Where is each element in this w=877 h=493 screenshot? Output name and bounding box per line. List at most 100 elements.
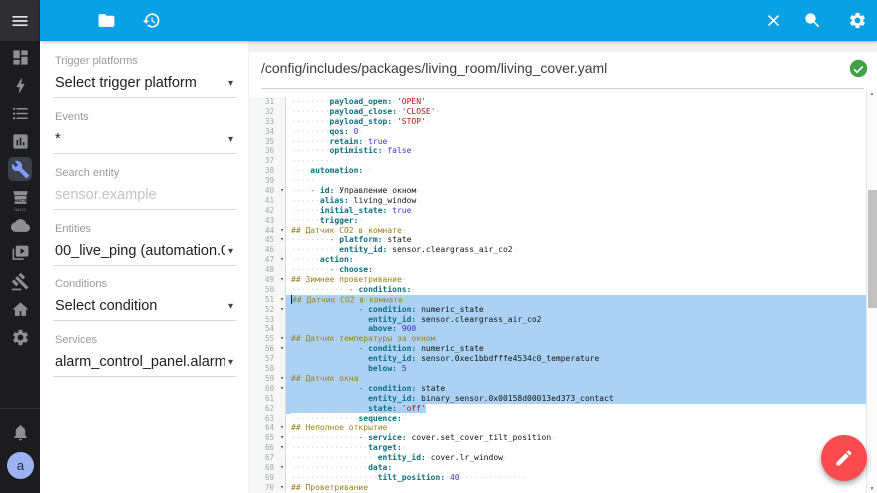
fold-arrow-icon[interactable]: ▾ [280,463,284,473]
code-line-text[interactable]: ········qos:·0· [286,127,867,137]
avatar[interactable]: a [7,452,34,479]
sidebar-item-hammer-icon[interactable] [8,269,32,293]
code-line-text[interactable]: ················above:·900· [286,324,867,334]
code-line-text[interactable]: ··············-·condition:·numeric_state… [286,305,867,315]
code-line-text[interactable]: ## Неполное открытие· [286,423,867,433]
scrollbar-thumb[interactable] [868,190,877,308]
code-line-text[interactable]: ## Проветривание [286,483,867,493]
scroll-down-arrow-icon[interactable]: ▼ [867,485,877,493]
fold-arrow-icon[interactable]: ▾ [280,433,284,443]
sidebar-item-wrench-icon[interactable] [8,157,32,181]
line-number: 34 [249,127,286,137]
code-token: below: [368,364,397,373]
close-icon[interactable] [762,9,785,32]
fold-arrow-icon[interactable]: ▾ [280,295,284,305]
code-line-text[interactable]: ····-·id:·Управление·окном· [286,186,867,196]
code-line-text[interactable]: ··············-·condition:·state· [286,384,867,394]
trigger-platforms-select[interactable]: Select trigger platform▾ [55,75,233,91]
code-line-text[interactable]: ······trigger:· [286,216,867,226]
sidebar-item-hacs-icon[interactable]: HACSHACS [8,185,32,209]
fold-arrow-icon[interactable]: ▾ [280,275,284,285]
whitespace-dots: · [484,344,489,353]
menu-button[interactable] [0,0,40,41]
whitespace-dots: · [426,97,431,106]
code-line-text[interactable]: ## Датчик CO2 в комнате [286,295,867,305]
fold-arrow-icon[interactable]: ▾ [280,305,284,315]
fold-arrow-icon[interactable]: ▾ [280,423,284,433]
code-line-text[interactable]: ········optimistic:·false· [286,146,867,156]
scroll-up-arrow-icon[interactable]: ▲ [867,90,877,98]
code-line-text[interactable]: ··············-·service:·cover.set_cover… [286,433,867,443]
code-editor[interactable]: 31········payload_open:·'OPEN'·32·······… [249,97,867,493]
code-token: data: [368,463,392,472]
code-line-text[interactable]: ····automation:·· [286,166,867,176]
fold-arrow-icon[interactable]: ▾ [280,226,284,236]
pencil-icon [834,448,854,468]
sidebar-item-house-icon[interactable] [8,297,32,321]
events-select[interactable]: *▾ [55,131,233,147]
code-line-text[interactable]: ················entity_id:·binary_sensor… [286,394,867,404]
code-line-text[interactable]: ## Зимнее проветривание· [286,275,867,285]
folder-icon[interactable] [95,9,118,32]
code-line-text[interactable]: ················entity_id:·sensor.0xec1b… [286,354,867,364]
code-line-text[interactable]: ··············-·condition:·numeric_state… [286,344,867,354]
code-line-text[interactable]: ## Датчик температуры за окном· [286,334,867,344]
sidebar-item-gear-icon[interactable] [8,325,32,349]
fold-arrow-icon[interactable]: ▾ [280,483,284,493]
code-line-text[interactable]: ····· [286,176,867,186]
code-line-text[interactable]: ········retain:·true· [286,137,867,147]
code-line-text[interactable]: ········payload_open:·'OPEN'· [286,97,867,107]
code-line-text[interactable]: ················state:·'off' [286,404,867,414]
code-line-text[interactable]: ················target:· [286,443,867,453]
sidebar-item-cloud-icon[interactable] [8,213,32,237]
fold-arrow-icon[interactable]: ▾ [280,443,284,453]
whitespace-dots: · [358,127,363,136]
fold-arrow-icon[interactable]: ▾ [280,384,284,394]
editor-scrollbar[interactable]: ▲ ▼ [866,90,877,493]
file-path-input[interactable]: /config/includes/packages/living_room/li… [261,60,607,76]
conditions-select[interactable]: Select condition▾ [55,298,233,314]
code-line-text[interactable]: ··················tilt_position:·40·····… [286,473,867,483]
fold-arrow-icon[interactable]: ▾ [280,255,284,265]
code-line-text[interactable]: ## Датчик CO2 в комнате· [286,226,867,236]
code-line-text[interactable]: ············-·conditions:· [286,285,867,295]
code-line-text[interactable]: ········-·platform:·state· [286,235,867,245]
edit-fab-button[interactable] [821,435,867,481]
line-number: 65▾ [249,433,286,443]
code-line-text[interactable]: ## Датчик окна· [286,374,867,384]
search-entity-input[interactable]: sensor.example [55,187,233,203]
services-select[interactable]: alarm_control_panel.alarm_arm_aw ...▾ [55,354,233,370]
code-line-text[interactable]: ················data:· [286,463,867,473]
code-line-text[interactable]: ········payload_stop:·'STOP'· [286,117,867,127]
code-line-text[interactable]: ··········entity_id:·sensor.cleargrass_a… [286,245,867,255]
sidebar-item-view-dashboard-icon[interactable] [8,45,32,69]
history-icon[interactable] [140,9,163,32]
line-number: 62 [249,404,286,414]
search-icon[interactable] [801,9,824,32]
sidebar-item-chart-box-icon[interactable] [8,129,32,153]
fold-arrow-icon[interactable]: ▾ [280,374,284,384]
code-line-text[interactable]: ········payload_close:·'CLOSE'· [286,107,867,117]
fold-arrow-icon[interactable]: ▾ [280,344,284,354]
notifications-bell-icon[interactable] [8,420,32,444]
sidebar-item-media-icon[interactable] [8,241,32,265]
code-line-text[interactable]: ················entity_id:·sensor.clearg… [286,315,867,325]
code-line-text[interactable]: ······action:· [286,255,867,265]
code-line-text[interactable]: ··············sequence:· [286,414,867,424]
code-line-text[interactable]: ······initial_state:·true· [286,206,867,216]
fold-arrow-icon[interactable]: ▾ [280,235,284,245]
entities-select[interactable]: 00_live_ping (automation.00_live_pi ...▾ [55,243,233,259]
code-line-text[interactable]: ······alias:·living_window· [286,196,867,206]
code-line: 59▾## Датчик окна· [249,374,867,384]
fold-arrow-icon[interactable]: ▾ [280,334,284,344]
fold-arrow-icon[interactable]: ▾ [280,186,284,196]
settings-icon[interactable] [846,9,869,32]
code-line-text[interactable]: ··················entity_id:·cover.lr_wi… [286,453,867,463]
sidebar-item-list-icon[interactable] [8,101,32,125]
dropdown-arrow-icon: ▾ [228,134,233,145]
sidebar-item-lightning-bolt-icon[interactable] [8,73,32,97]
code-line-text[interactable]: ················below:·5· [286,364,867,374]
code-line-text[interactable]: ········-·choose:· [286,265,867,275]
field-services: Servicesalarm_control_panel.alarm_arm_aw… [55,334,233,377]
code-line-text[interactable]: ········· [286,156,867,166]
